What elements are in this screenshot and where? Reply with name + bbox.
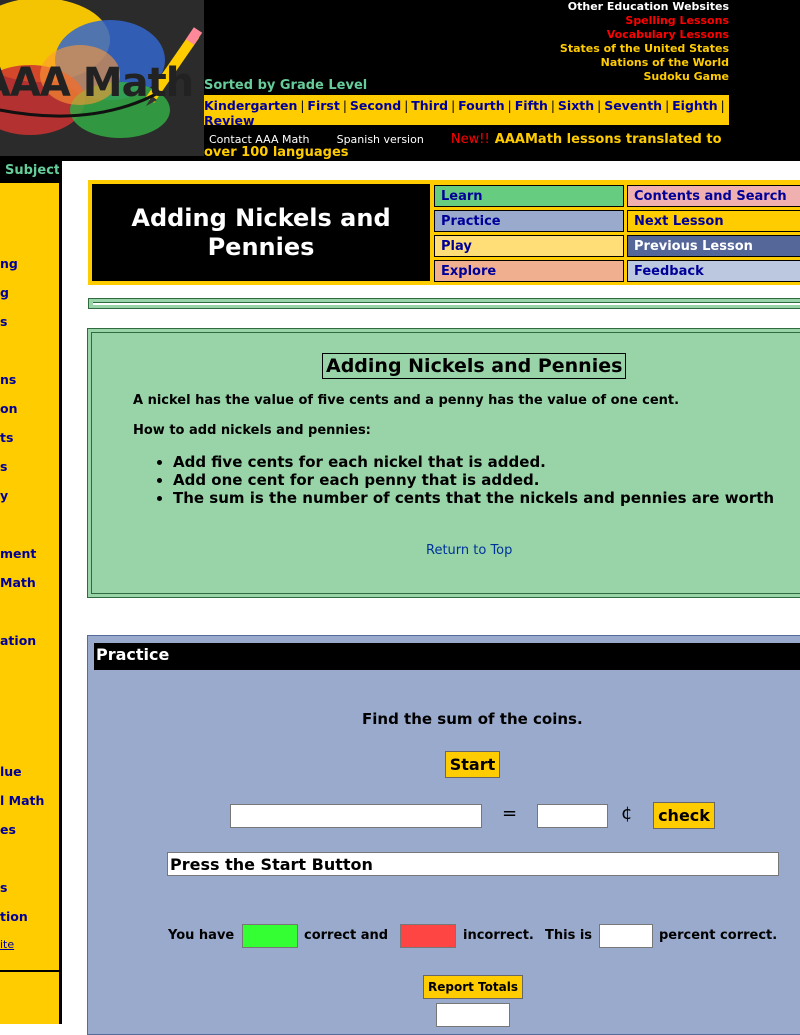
list-item: Add five cents for each nickel that is a…: [173, 453, 774, 471]
status-field: Press the Start Button: [167, 852, 779, 876]
incorrect-label: incorrect.: [463, 928, 534, 943]
answer-input[interactable]: [537, 804, 608, 828]
section-divider: [88, 298, 800, 309]
learn-heading: Adding Nickels and Pennies: [322, 353, 627, 379]
incorrect-count-field: [400, 924, 456, 948]
ext-link-states[interactable]: States of the United States: [560, 42, 729, 56]
learn-steps: Add five cents for each nickel that is a…: [133, 453, 774, 507]
sidebar-item[interactable]: es: [0, 822, 16, 837]
nav-feedback-link[interactable]: Feedback: [627, 260, 800, 282]
ext-link-nations[interactable]: Nations of the World: [560, 56, 729, 70]
sidebar-heading: Subject: [0, 161, 59, 183]
sidebar-item[interactable]: ts: [0, 430, 13, 445]
subject-sidebar: Subject ng g s ns on ts s y ment Math at…: [0, 161, 62, 1024]
ext-link-spelling[interactable]: Spelling Lessons: [560, 14, 729, 28]
cent-sign: ¢: [621, 803, 633, 824]
grade-link-fifth[interactable]: Fifth: [515, 98, 548, 113]
report-totals-field: [436, 1003, 510, 1027]
grade-link-eighth[interactable]: Eighth: [672, 98, 718, 113]
coins-expression-field[interactable]: [230, 804, 482, 828]
report-totals-button[interactable]: Report Totals: [423, 975, 523, 999]
new-badge: New!!: [450, 132, 490, 147]
nav-previous-lesson-link[interactable]: Previous Lesson: [627, 235, 800, 257]
sidebar-item[interactable]: ment: [0, 546, 36, 561]
grade-link-first[interactable]: First: [307, 98, 339, 113]
sidebar-item[interactable]: ation: [0, 633, 36, 648]
grade-link-review[interactable]: Review: [204, 113, 255, 128]
sidebar-item[interactable]: y: [0, 488, 8, 503]
sidebar-item[interactable]: lue: [0, 764, 22, 779]
correct-count-field: [242, 924, 298, 948]
list-item: The sum is the number of cents that the …: [173, 489, 774, 507]
ext-link-sudoku[interactable]: Sudoku Game: [560, 70, 729, 84]
grade-link-third[interactable]: Third: [411, 98, 448, 113]
list-item: Add one cent for each penny that is adde…: [173, 471, 774, 489]
learn-howto: How to add nickels and pennies:: [133, 423, 371, 438]
external-links: Other Education Websites Spelling Lesson…: [560, 0, 729, 84]
check-button[interactable]: check: [653, 802, 715, 829]
grade-link-second[interactable]: Second: [350, 98, 401, 113]
nav-learn-link[interactable]: Learn: [434, 185, 624, 207]
sidebar-item[interactable]: tion: [0, 909, 28, 924]
translated-link-continued[interactable]: over 100 languages: [204, 145, 349, 160]
ext-link-other-education[interactable]: Other Education Websites: [560, 0, 729, 14]
grade-link-seventh[interactable]: Seventh: [604, 98, 662, 113]
site-header: AAA Math Other Education Websites Spelli…: [0, 0, 800, 161]
nav-explore-link[interactable]: Explore: [434, 260, 624, 282]
learn-intro: A nickel has the value of five cents and…: [133, 393, 680, 408]
aaa-math-logo[interactable]: AAA Math: [0, 0, 204, 156]
ext-link-vocabulary[interactable]: Vocabulary Lessons: [560, 28, 729, 42]
sidebar-item[interactable]: g: [0, 285, 9, 300]
nav-practice-link[interactable]: Practice: [434, 210, 624, 232]
grade-link-sixth[interactable]: Sixth: [558, 98, 594, 113]
return-to-top-link[interactable]: Return to Top: [426, 543, 512, 558]
sidebar-item[interactable]: s: [0, 314, 7, 329]
lesson-title: Adding Nickels and Pennies: [91, 183, 431, 282]
sidebar-item[interactable]: s: [0, 880, 7, 895]
percent-correct-label: percent correct.: [659, 928, 778, 943]
sidebar-item[interactable]: ng: [0, 256, 18, 271]
lesson-nav-box: Adding Nickels and Pennies Learn Content…: [88, 180, 800, 285]
learn-section: Adding Nickels and Pennies A nickel has …: [87, 328, 800, 598]
sidebar-item[interactable]: s: [0, 459, 7, 474]
logo-text: AAA Math: [0, 60, 194, 106]
you-have-label: You have: [168, 928, 235, 943]
practice-heading: Practice: [94, 643, 800, 670]
nav-next-lesson-link[interactable]: Next Lesson: [627, 210, 800, 232]
practice-prompt: Find the sum of the coins.: [362, 710, 583, 728]
spanish-version-link[interactable]: Spanish version: [337, 133, 424, 146]
sidebar-divider: [0, 970, 59, 972]
grade-level-label: Sorted by Grade Level: [204, 78, 368, 93]
nav-play-link[interactable]: Play: [434, 235, 624, 257]
percent-correct-field: [599, 924, 653, 948]
grade-nav-bar: Kindergarten | First | Second | Third | Fourth | F…: [204, 95, 729, 128]
nav-contents-search-link[interactable]: Contents and Search: [627, 185, 800, 207]
this-is-label: This is: [545, 928, 593, 943]
sidebar-item[interactable]: ns: [0, 372, 16, 387]
sidebar-item[interactable]: l Math: [0, 793, 44, 808]
start-button[interactable]: Start: [445, 751, 500, 778]
sidebar-small-link[interactable]: ite: [0, 938, 14, 951]
correct-and-label: correct and: [304, 928, 389, 943]
sidebar-item[interactable]: on: [0, 401, 18, 416]
translated-link[interactable]: AAAMath lessons translated to: [495, 132, 722, 147]
practice-section: Practice Find the sum of the coins. Star…: [87, 635, 800, 1035]
grade-link-fourth[interactable]: Fourth: [458, 98, 505, 113]
equals-sign: =: [502, 803, 518, 824]
sidebar-item[interactable]: Math: [0, 575, 36, 590]
